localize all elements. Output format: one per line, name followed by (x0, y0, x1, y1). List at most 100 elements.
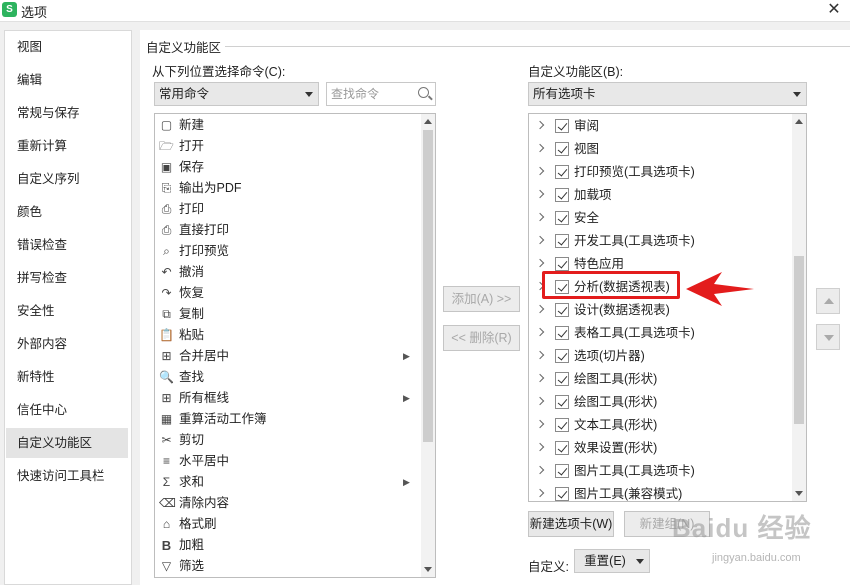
new-tab-button[interactable]: 新建选项卡(W) (528, 511, 614, 537)
ribbon-tab-item[interactable]: 开发工具(工具选项卡) (529, 230, 791, 253)
ribbon-tab-item[interactable]: 绘图工具(形状) (529, 368, 791, 391)
chevron-right-icon[interactable] (535, 120, 545, 130)
chevron-right-icon[interactable] (535, 304, 545, 314)
command-item[interactable]: ▽ 筛选 (159, 556, 417, 577)
command-item[interactable]: 📋 粘贴 (159, 325, 417, 346)
search-command-input[interactable]: 查找命令 (326, 82, 436, 106)
tab-checkbox[interactable] (555, 188, 569, 202)
tab-checkbox[interactable] (555, 211, 569, 225)
command-item[interactable]: 🗁 打开 (159, 136, 417, 157)
command-item[interactable]: ⎙ 打印 (159, 199, 417, 220)
tab-checkbox[interactable] (555, 464, 569, 478)
sidebar-item[interactable]: 拼写检查 (6, 263, 128, 293)
chevron-right-icon[interactable] (535, 327, 545, 337)
close-button[interactable]: ✕ (824, 0, 844, 20)
ribbon-tab-item[interactable]: 审阅 (529, 115, 791, 138)
move-down-button[interactable] (816, 324, 840, 350)
remove-button[interactable]: << 删除(R) (443, 325, 520, 351)
command-item[interactable]: ↷ 恢复 (159, 283, 417, 304)
commands-list[interactable]: ▢ 新建 🗁 打开 ▣ 保存 ⎘ 输出为PDF ⎙ 打印 ⎙ 直接打印 ⌕ 打印预览 ↶ 撤消 ↷ 恢复 ⧉ 复制 📋 粘… (154, 113, 436, 578)
command-item[interactable]: ↶ 撤消 (159, 262, 417, 283)
sidebar-item[interactable]: 快速访问工具栏 (6, 461, 128, 491)
tab-checkbox[interactable] (555, 234, 569, 248)
chevron-right-icon[interactable] (535, 465, 545, 475)
command-item[interactable]: ▦ 重算活动工作簿 (159, 409, 417, 430)
command-item[interactable]: 🔍 查找 (159, 367, 417, 388)
ribbon-tab-item[interactable]: 安全 (529, 207, 791, 230)
chevron-right-icon[interactable] (535, 166, 545, 176)
scroll-up-icon[interactable] (424, 119, 432, 124)
ribbon-tab-item[interactable]: 效果设置(形状) (529, 437, 791, 460)
scroll-up-icon[interactable] (795, 119, 803, 124)
ribbon-tab-item[interactable]: 加载项 (529, 184, 791, 207)
commands-source-select[interactable]: 常用命令 (154, 82, 319, 106)
command-item[interactable]: ✂ 剪切 (159, 430, 417, 451)
command-item[interactable]: ⊞ 所有框线 ▶ (159, 388, 417, 409)
command-item[interactable]: Σ 求和 ▶ (159, 472, 417, 493)
tab-checkbox[interactable] (555, 349, 569, 363)
sidebar-item[interactable]: 重新计算 (6, 131, 128, 161)
chevron-right-icon[interactable] (535, 419, 545, 429)
command-item[interactable]: ≡ 水平居中 (159, 451, 417, 472)
scroll-thumb[interactable] (423, 130, 433, 442)
command-item[interactable]: ⌂ 格式刷 (159, 514, 417, 535)
tab-checkbox[interactable] (555, 441, 569, 455)
ribbon-tab-item[interactable]: 绘图工具(形状) (529, 391, 791, 414)
sidebar-item[interactable]: 自定义序列 (6, 164, 128, 194)
command-item[interactable]: ⌕ 打印预览 (159, 241, 417, 262)
sidebar-item[interactable]: 新特性 (6, 362, 128, 392)
scroll-down-icon[interactable] (424, 567, 432, 572)
sidebar-item[interactable]: 外部内容 (6, 329, 128, 359)
reset-dropdown-button[interactable]: 重置(E) (574, 549, 650, 573)
sidebar-item[interactable]: 错误检查 (6, 230, 128, 260)
ribbon-tab-item[interactable]: 表格工具(工具选项卡) (529, 322, 791, 345)
commands-scrollbar[interactable] (421, 114, 435, 577)
command-item[interactable]: ⊞ 合并居中 ▶ (159, 346, 417, 367)
scroll-down-icon[interactable] (795, 491, 803, 496)
tab-checkbox[interactable] (555, 165, 569, 179)
chevron-right-icon[interactable] (535, 442, 545, 452)
command-item[interactable]: ⧉ 复制 (159, 304, 417, 325)
tab-checkbox[interactable] (555, 142, 569, 156)
ribbon-tab-item[interactable]: 图片工具(工具选项卡) (529, 460, 791, 483)
tab-checkbox[interactable] (555, 487, 569, 501)
command-item[interactable]: ▢ 新建 (159, 115, 417, 136)
chevron-right-icon[interactable] (535, 488, 545, 498)
command-item[interactable]: ⎘ 输出为PDF (159, 178, 417, 199)
tab-checkbox[interactable] (555, 257, 569, 271)
ribbon-tab-item[interactable]: 选项(切片器) (529, 345, 791, 368)
chevron-right-icon[interactable] (535, 235, 545, 245)
tab-checkbox[interactable] (555, 119, 569, 133)
ribbon-tabs-select[interactable]: 所有选项卡 (528, 82, 807, 106)
sidebar-item[interactable]: 常规与保存 (6, 98, 128, 128)
ribbon-tab-item[interactable]: 图片工具(兼容模式) (529, 483, 791, 501)
chevron-right-icon[interactable] (535, 189, 545, 199)
command-item[interactable]: ⌫ 清除内容 (159, 493, 417, 514)
sidebar-item[interactable]: 视图 (6, 32, 128, 62)
tab-checkbox[interactable] (555, 418, 569, 432)
ribbon-tab-item[interactable]: 视图 (529, 138, 791, 161)
chevron-right-icon[interactable] (535, 350, 545, 360)
command-item[interactable]: ▣ 保存 (159, 157, 417, 178)
sidebar-item[interactable]: 颜色 (6, 197, 128, 227)
tabs-scrollbar[interactable] (792, 114, 806, 501)
chevron-right-icon[interactable] (535, 212, 545, 222)
move-up-button[interactable] (816, 288, 840, 314)
chevron-right-icon[interactable] (535, 396, 545, 406)
command-item[interactable]: B 加粗 (159, 535, 417, 556)
ribbon-tabs-tree[interactable]: 审阅 视图 打印预览(工具选项卡) 加载项 安全 开发工具(工具选项卡) 特色应用 分析(数据… (528, 113, 807, 502)
tab-checkbox[interactable] (555, 326, 569, 340)
ribbon-tab-item[interactable]: 文本工具(形状) (529, 414, 791, 437)
scroll-thumb[interactable] (794, 256, 804, 424)
command-item[interactable]: ⎙ 直接打印 (159, 220, 417, 241)
tab-checkbox[interactable] (555, 303, 569, 317)
tab-checkbox[interactable] (555, 395, 569, 409)
ribbon-tab-item[interactable]: 打印预览(工具选项卡) (529, 161, 791, 184)
add-button[interactable]: 添加(A) >> (443, 286, 520, 312)
sidebar-item[interactable]: 安全性 (6, 296, 128, 326)
sidebar-item[interactable]: 自定义功能区 (6, 428, 128, 458)
sidebar-item[interactable]: 信任中心 (6, 395, 128, 425)
sidebar-item[interactable]: 编辑 (6, 65, 128, 95)
chevron-right-icon[interactable] (535, 143, 545, 153)
tab-checkbox[interactable] (555, 372, 569, 386)
